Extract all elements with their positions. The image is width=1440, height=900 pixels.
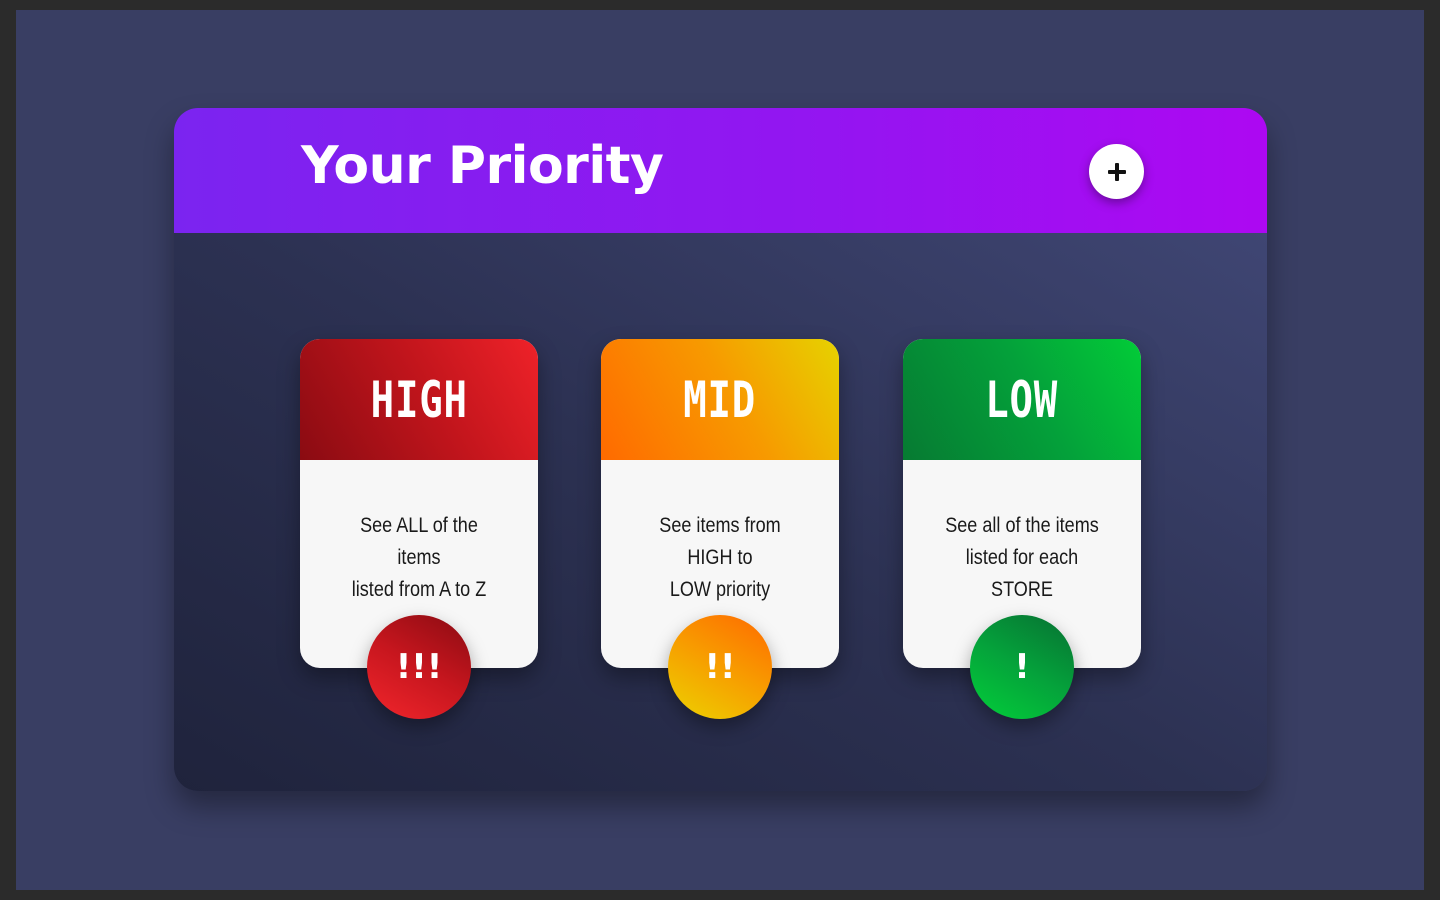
priority-card-low[interactable]: LOW See all of the items listed for each… <box>903 339 1141 719</box>
low-priority-badge-button[interactable]: ! <box>970 615 1074 719</box>
card-label-high: HIGH <box>370 370 468 429</box>
card-description-high: See ALL of the items listed from A to Z <box>337 510 500 606</box>
card-description-line: See ALL of the items <box>360 514 478 569</box>
plus-icon <box>1107 162 1126 181</box>
card-description-line: listed for each STORE <box>965 546 1079 601</box>
card-description-low: See all of the items listed for each STO… <box>940 510 1103 606</box>
priority-card-high[interactable]: HIGH See ALL of the items listed from A … <box>300 339 538 719</box>
mid-priority-badge-button[interactable]: !! <box>668 615 772 719</box>
card-description-line: listed from A to Z <box>351 578 487 601</box>
card-header-mid: MID <box>601 339 839 460</box>
priority-card-mid[interactable]: MID See items from HIGH to LOW priority … <box>601 339 839 719</box>
panel-header: Your Priority <box>174 108 1267 233</box>
card-label-low: LOW <box>985 370 1059 429</box>
card-description-line: LOW priority <box>669 578 771 601</box>
add-button[interactable] <box>1089 144 1144 199</box>
card-header-low: LOW <box>903 339 1141 460</box>
card-header-high: HIGH <box>300 339 538 460</box>
card-description-line: See items from HIGH to <box>659 514 781 569</box>
card-label-mid: MID <box>683 370 757 429</box>
page-title: Your Priority <box>301 136 664 196</box>
card-description-line: See all of the items <box>945 514 1099 537</box>
high-priority-badge-button[interactable]: !!! <box>367 615 471 719</box>
priority-panel: Your Priority HIGH See ALL of the items … <box>174 108 1267 791</box>
card-description-mid: See items from HIGH to LOW priority <box>638 510 801 606</box>
app-canvas: Your Priority HIGH See ALL of the items … <box>16 10 1424 890</box>
